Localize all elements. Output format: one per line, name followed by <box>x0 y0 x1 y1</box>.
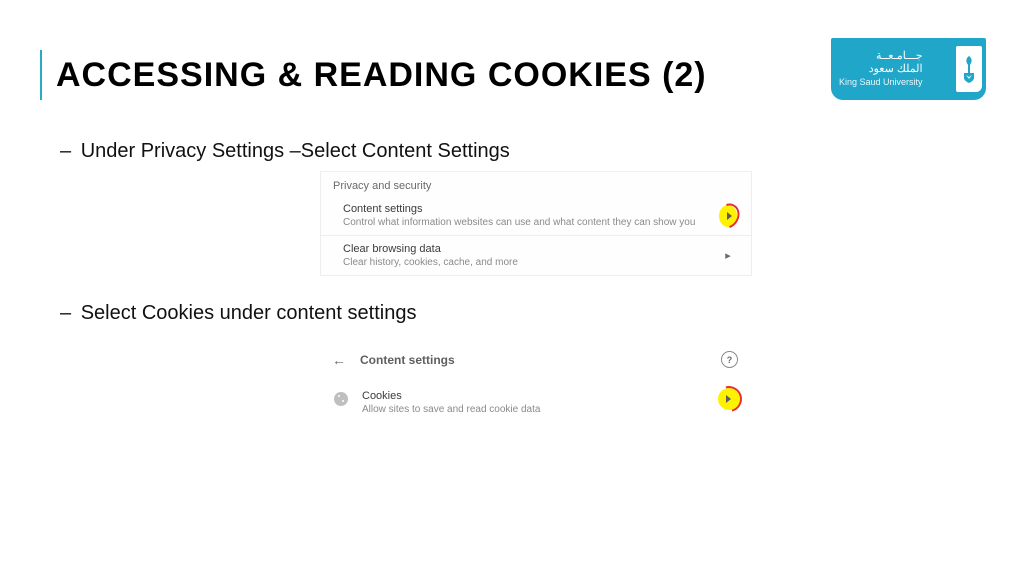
chevron-right-icon: ▸ <box>719 247 737 265</box>
privacy-section-title: Privacy and security <box>321 172 751 196</box>
red-circle-annotation <box>711 381 747 417</box>
dash-icon: – <box>60 140 71 162</box>
cookies-row[interactable]: Cookies Allow sites to save and read coo… <box>320 382 750 425</box>
dash-icon: – <box>60 302 71 324</box>
content-settings-arrow[interactable] <box>719 207 737 225</box>
bullet-1-text: Under Privacy Settings –Select Content S… <box>81 140 510 162</box>
page-title: ACCESSING & READING COOKIES (2) <box>56 56 707 95</box>
cookie-icon <box>334 392 348 406</box>
university-text: جـــامـعــة الملك سعود King Saud Univers… <box>839 50 923 89</box>
content-settings-sub: Control what information websites can us… <box>343 217 711 228</box>
content-settings-label: Content settings <box>343 203 711 215</box>
privacy-security-screenshot: Privacy and security Content settings Co… <box>320 171 752 276</box>
bullet-1: – Under Privacy Settings –Select Content… <box>60 140 984 163</box>
palm-shield-icon <box>956 46 982 92</box>
content-settings-screenshot: ← Content settings ? Cookies Allow sites… <box>320 345 750 425</box>
clear-browsing-row[interactable]: Clear browsing data Clear history, cooki… <box>321 236 751 275</box>
content-settings-header: ← Content settings ? <box>320 345 750 382</box>
cookies-sub: Allow sites to save and read cookie data <box>362 404 540 415</box>
clear-browsing-sub: Clear history, cookies, cache, and more <box>343 257 711 268</box>
slide-body: – Under Privacy Settings –Select Content… <box>40 140 984 425</box>
title-accent <box>40 50 42 100</box>
university-badge: جـــامـعــة الملك سعود King Saud Univers… <box>831 38 986 100</box>
cookies-label: Cookies <box>362 390 540 402</box>
help-icon[interactable]: ? <box>721 351 738 368</box>
content-settings-header-label: Content settings <box>360 353 455 367</box>
slide: جـــامـعــة الملك سعود King Saud Univers… <box>0 0 1024 576</box>
highlight-annotation <box>719 205 737 227</box>
back-arrow-icon[interactable]: ← <box>332 352 346 368</box>
university-english: King Saud University <box>839 77 923 88</box>
clear-browsing-label: Clear browsing data <box>343 243 711 255</box>
bullet-2-text: Select Cookies under content settings <box>81 302 417 324</box>
university-arabic-2: الملك سعود <box>839 63 923 77</box>
highlight-annotation <box>718 388 740 410</box>
university-arabic-1: جـــامـعــة <box>839 50 923 64</box>
cookies-arrow[interactable] <box>718 388 740 410</box>
red-circle-annotation <box>712 199 744 233</box>
content-settings-row[interactable]: Content settings Control what informatio… <box>321 196 751 236</box>
bullet-2: – Select Cookies under content settings <box>60 302 984 325</box>
